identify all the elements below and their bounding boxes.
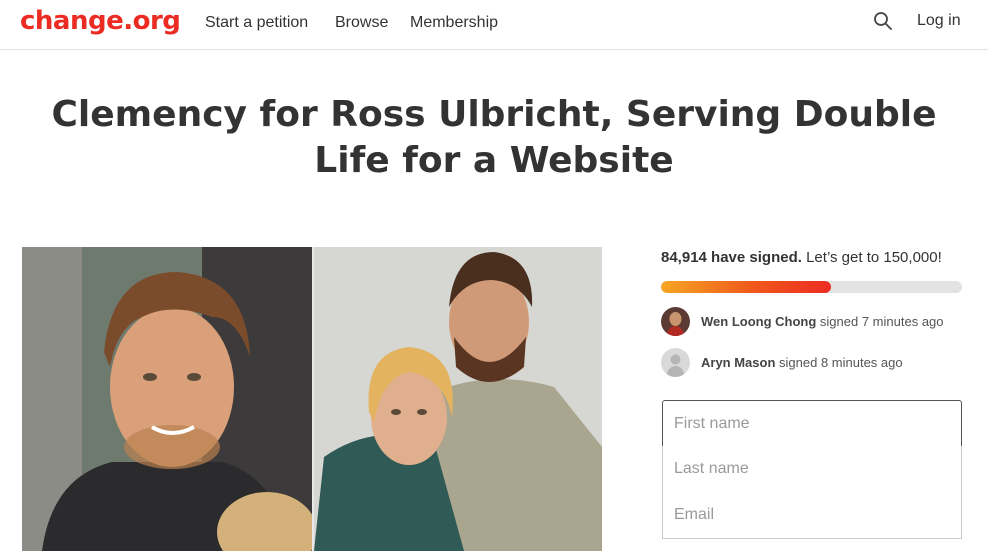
login-link[interactable]: Log in [917, 12, 961, 30]
nav-membership[interactable]: Membership [410, 14, 498, 32]
top-navbar: change.org Start a petition Browse Membe… [0, 0, 988, 50]
photo-left-portrait [22, 247, 317, 551]
petition-title: Clemency for Ross Ulbricht, Serving Doub… [51, 94, 937, 181]
search-icon[interactable] [873, 11, 893, 31]
change-org-logo[interactable]: change.org [20, 6, 181, 36]
signer-name[interactable]: Aryn Mason [701, 355, 775, 370]
signature-progress-fill [661, 281, 832, 293]
photo-right-portrait [312, 247, 602, 551]
nav-start-petition[interactable]: Start a petition [205, 14, 308, 32]
signer-action: signed 7 minutes ago [819, 313, 944, 329]
recent-signer: Wen Loong Chong signed 7 minutes ago [661, 306, 944, 336]
signature-goal: Let’s get to 150,000! [806, 249, 942, 266]
signature-count: 84,914 have signed. Let’s get to 150,000… [661, 249, 963, 267]
signer-action: signed 8 minutes ago [779, 354, 903, 370]
last-name-input[interactable] [662, 446, 962, 493]
recent-signer: Aryn Mason signed 8 minutes ago [661, 347, 903, 377]
nav-browse[interactable]: Browse [335, 14, 388, 32]
petition-photo [22, 247, 602, 551]
signed-count: 84,914 have signed. [661, 249, 802, 266]
email-input[interactable] [662, 492, 962, 539]
first-name-input[interactable] [662, 400, 962, 447]
signer-avatar [661, 306, 690, 336]
signer-name[interactable]: Wen Loong Chong [701, 314, 816, 329]
signature-progress-bar [661, 281, 962, 293]
default-person-icon [661, 347, 690, 377]
